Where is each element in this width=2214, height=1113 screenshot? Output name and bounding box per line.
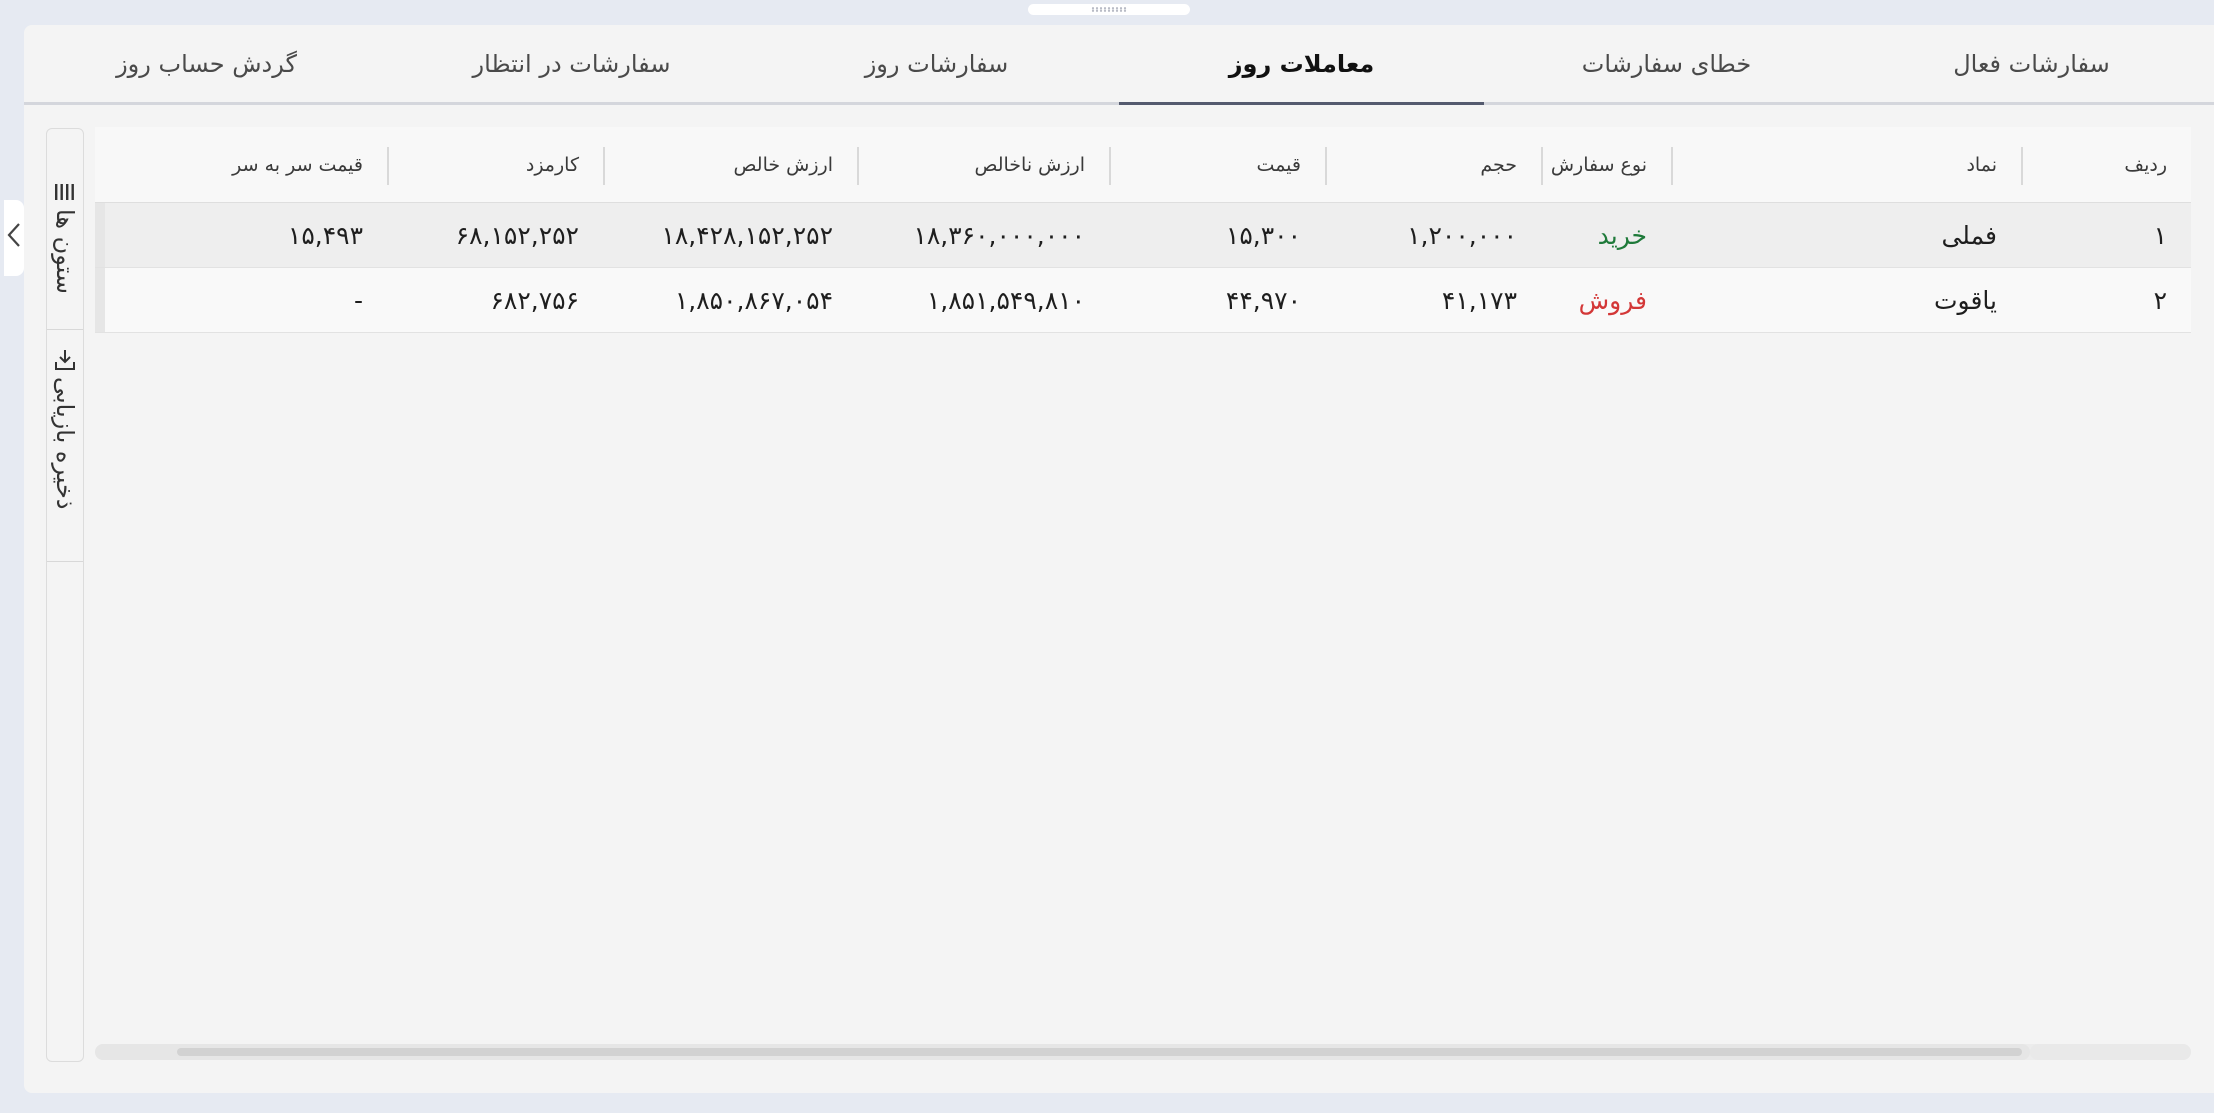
- table-row[interactable]: ۲ یاقوت فروش ۴۱,۱۷۳ ۴۴,۹۷۰ ۱,۸۵۱,۵۴۹,۸۱۰…: [95, 268, 2191, 333]
- toolbar-divider: [47, 329, 83, 330]
- horizontal-scrollbar[interactable]: [95, 1044, 2191, 1060]
- column-header-gross-value[interactable]: ارزش ناخالص: [857, 127, 1109, 203]
- table-header: ردیف نماد نوع سفارش حجم قیمت ارزش ناخالص…: [95, 127, 2191, 203]
- tab-daily-orders[interactable]: سفارشات روز: [754, 25, 1119, 102]
- tab-daily-trades[interactable]: معاملات روز: [1119, 25, 1484, 105]
- scrollbar-pinned-track: [2030, 1044, 2191, 1060]
- trades-table: ردیف نماد نوع سفارش حجم قیمت ارزش ناخالص…: [95, 127, 2191, 1067]
- cell-fee: ۶۸,۱۵۲,۲۵۲: [455, 220, 579, 250]
- columns-tool-button[interactable]: ستون ها: [47, 179, 83, 294]
- orders-panel: سفارشات فعال خطای سفارشات معاملات روز سف…: [24, 25, 2214, 1093]
- download-icon: [52, 347, 78, 373]
- column-header-symbol[interactable]: نماد: [1671, 127, 2021, 203]
- chevron-left-icon: [7, 222, 21, 255]
- cell-order-type: فروش: [1578, 285, 1647, 315]
- cell-row-number: ۲: [2153, 285, 2167, 315]
- cell-symbol: یاقوت: [1934, 285, 1997, 315]
- tab-active-orders[interactable]: سفارشات فعال: [1849, 25, 2214, 102]
- cell-volume: ۱,۲۰۰,۰۰۰: [1407, 220, 1517, 250]
- tab-bar: سفارشات فعال خطای سفارشات معاملات روز سف…: [24, 25, 2214, 105]
- cell-gross-value: ۱,۸۵۱,۵۴۹,۸۱۰: [926, 285, 1085, 315]
- column-header-breakeven-price[interactable]: قیمت سر به سر: [95, 127, 387, 203]
- column-header-fee[interactable]: کارمزد: [387, 127, 603, 203]
- tab-daily-account-turnover[interactable]: گردش حساب روز: [24, 25, 389, 102]
- cell-symbol: فملی: [1941, 220, 1997, 250]
- cell-volume: ۴۱,۱۷۳: [1441, 285, 1517, 315]
- sidebar-toggle-button[interactable]: [4, 200, 24, 276]
- cell-breakeven-price: -: [353, 285, 363, 315]
- cell-price: ۱۵,۳۰۰: [1225, 220, 1301, 250]
- column-header-volume[interactable]: حجم: [1325, 127, 1541, 203]
- cell-net-value: ۱۸,۴۲۸,۱۵۲,۲۵۲: [661, 220, 833, 250]
- columns-tool-label: ستون ها: [51, 209, 79, 294]
- cell-order-type: خرید: [1597, 220, 1647, 250]
- cell-price: ۴۴,۹۷۰: [1225, 285, 1301, 315]
- column-header-net-value[interactable]: ارزش خالص: [603, 127, 857, 203]
- table-row[interactable]: ۱ فملی خرید ۱,۲۰۰,۰۰۰ ۱۵,۳۰۰ ۱۸,۳۶۰,۰۰۰,…: [95, 203, 2191, 268]
- grip-dots-icon: [1091, 7, 1127, 12]
- cell-row-number: ۱: [2153, 220, 2167, 250]
- cell-fee: ۶۸۲,۷۵۶: [490, 285, 579, 315]
- tab-pending-orders[interactable]: سفارشات در انتظار: [389, 25, 754, 102]
- columns-icon: [52, 179, 78, 205]
- scrollbar-thumb[interactable]: [177, 1048, 2022, 1056]
- panel-resize-handle[interactable]: [1028, 4, 1190, 15]
- save-restore-label: ذخیره بازیابی: [51, 377, 79, 510]
- column-header-row[interactable]: ردیف: [2021, 127, 2191, 203]
- cell-gross-value: ۱۸,۳۶۰,۰۰۰,۰۰۰: [913, 220, 1085, 250]
- cell-net-value: ۱,۸۵۰,۸۶۷,۰۵۴: [674, 285, 833, 315]
- toolbar-divider: [47, 561, 83, 562]
- side-toolbar: ستون ها ذخیره بازیابی: [46, 128, 84, 1062]
- tab-order-errors[interactable]: خطای سفارشات: [1484, 25, 1849, 102]
- column-header-order-type[interactable]: نوع سفارش: [1541, 127, 1671, 203]
- column-header-price[interactable]: قیمت: [1109, 127, 1325, 203]
- cell-breakeven-price: ۱۵,۴۹۳: [287, 220, 363, 250]
- save-restore-button[interactable]: ذخیره بازیابی: [47, 347, 83, 509]
